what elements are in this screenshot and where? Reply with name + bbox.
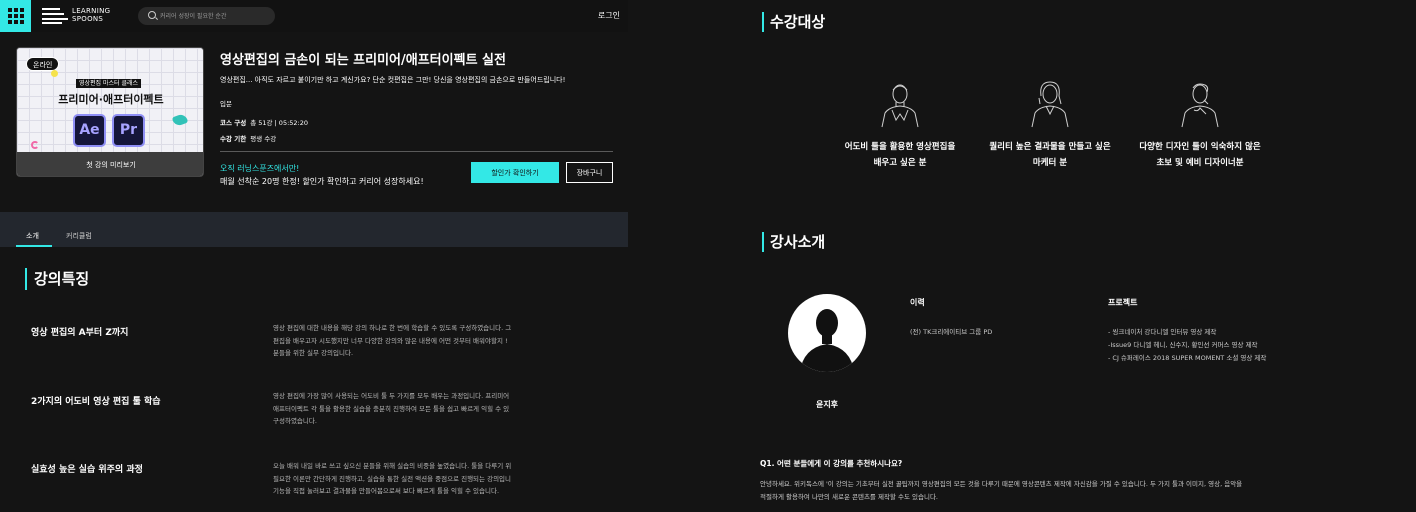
person-line-icon [1181, 83, 1219, 128]
divider [220, 151, 613, 152]
course-detail-panel: LEARNING SPOONS 로그인 온라인 영상편집 마스터 클래스 프리미… [0, 0, 628, 512]
feature-description: 오늘 배워 내일 바로 쓰고 싶으신 분들을 위해 실습의 비중을 높였습니다.… [273, 460, 549, 498]
person-line-icon [881, 84, 919, 128]
feature-description-line: 애프터이펙트 각 툴을 활용한 실습을 충분히 진행하여 모든 툴을 쉽고 빠르… [273, 404, 510, 413]
person-line-icon [1031, 81, 1069, 128]
adobe-aftereffects-icon: Ae [73, 114, 106, 147]
feature-description-line: 영상 편집에 가장 많이 사용되는 어도비 툴 두 가지를 모두 배우는 과정입… [273, 392, 510, 400]
promo-text: 매월 선착순 20명 한정! 할인가 확인하고 커리어 성장하세요! [220, 177, 424, 186]
active-tab-indicator [16, 245, 52, 247]
target-line2: 배우고 싶은 분 [873, 158, 927, 168]
career-item: (전) TK크리에이티브 그룹 PD [910, 328, 993, 336]
site-logo[interactable]: LEARNING SPOONS [42, 7, 118, 25]
features-heading: 강의특징 [25, 268, 89, 290]
search-icon [148, 11, 156, 19]
course-thumbnail[interactable]: 온라인 영상편집 마스터 클래스 프리미어·애프터이펙트 Ae Pr 첫 강의 … [16, 47, 204, 177]
feature-description-line: 필요한 이론만 간단하게 진행하고, 실습을 통한 실전 액션을 중점으로 진행… [273, 474, 512, 483]
period-value: 평생 수강 [250, 135, 277, 143]
course-description: 영상편집... 아직도 자르고 붙이기만 하고 계신가요? 단순 컷편집은 그만… [220, 76, 566, 84]
target-audience-item: 어도비 툴을 활용한 영상편집을 배우고 싶은 분 [825, 139, 975, 171]
feature-description: 영상 편집에 대한 내용을 해당 강의 하나로 한 번에 학습할 수 있도록 구… [273, 322, 549, 360]
online-badge: 온라인 [26, 57, 60, 71]
composition-value: 총 51강 | 05:52:20 [250, 119, 308, 127]
tab-curriculum[interactable]: 커리큘럼 [66, 231, 92, 241]
avatar [788, 294, 866, 372]
period-label: 수강 기한 [220, 135, 247, 143]
top-header: LEARNING SPOONS 로그인 [0, 0, 628, 32]
course-hero: 온라인 영상편집 마스터 클래스 프리미어·애프터이펙트 Ae Pr 첫 강의 … [0, 32, 628, 212]
decorative-dot-icon [51, 70, 58, 77]
thumbnail-subtitle: 영상편집 마스터 클래스 [76, 79, 142, 88]
project-item: -Issue9 다니엘 헤니, 신수지, 황인선 커머스 영상 제작 [1108, 341, 1258, 349]
feature-title: 실효성 높은 실습 위주의 과정 [31, 465, 143, 475]
adobe-premiere-icon: Pr [112, 114, 145, 147]
search-box[interactable] [138, 7, 275, 25]
feature-description-line: 오늘 배워 내일 바로 쓰고 싶으신 분들을 위해 실습의 비중을 높였습니다.… [273, 462, 512, 470]
logo-line1: LEARNING [72, 7, 111, 15]
faq-question: Q1. 어떤 분들에게 이 강의를 추천하시나요? [760, 459, 903, 468]
logo-spoon-icon [42, 8, 68, 24]
course-info-panel: 수강대상 어도비 툴을 활용한 영상편집을 배우고 싶은 분 퀄리티 높은 결과… [750, 0, 1416, 512]
preview-first-lesson-button[interactable]: 첫 강의 미리보기 [17, 152, 203, 176]
feature-description-line: 편집을 배우고자 시도했지만 너무 다양한 강의와 많은 내용에 어떤 것부터 … [273, 336, 508, 345]
login-link[interactable]: 로그인 [598, 10, 620, 21]
course-composition: 코스 구성 총 51강 | 05:52:20 [220, 117, 308, 127]
composition-label: 코스 구성 [220, 119, 247, 127]
faq-answer-line: 안녕하세요. 위키독스에 '이 강의는 기초부터 실전 꿀팁까지 영상편집의 모… [760, 480, 1243, 488]
target-line2: 초보 및 예비 디자이너분 [1156, 158, 1244, 168]
career-label: 이력 [910, 298, 925, 307]
project-label: 프로젝트 [1108, 298, 1138, 307]
project-item: - CJ 슈퍼레이스 2018 SUPER MOMENT 소셜 영상 제작 [1108, 354, 1267, 362]
feature-title: 영상 편집의 A부터 Z까지 [31, 328, 129, 338]
feature-description-line: 분들을 위한 실무 강의입니다. [273, 349, 354, 357]
search-input[interactable] [160, 10, 270, 22]
tab-intro[interactable]: 소개 [26, 231, 39, 241]
feature-description-line: 기능을 직접 눌러보고 결과물을 만들어봄으로써 보다 빠르게 툴을 익힐 수 … [273, 487, 500, 495]
feature-description: 영상 편집에 가장 많이 사용되는 어도비 툴 두 가지를 모두 배우는 과정입… [273, 390, 549, 428]
avatar-silhouette-icon [800, 309, 854, 372]
thumbnail-title: 프리미어·애프터이펙트 [58, 93, 164, 106]
menu-grid-icon[interactable] [0, 0, 31, 32]
feature-description-line: 영상 편집에 대한 내용을 해당 강의 하나로 한 번에 학습할 수 있도록 구… [273, 324, 512, 332]
target-line1: 어도비 툴을 활용한 영상편집을 [844, 142, 956, 152]
target-line1: 퀄리티 높은 결과물을 만들고 싶은 [989, 142, 1111, 152]
instructor-name: 윤지후 [815, 400, 839, 409]
project-item: - 씽크네이처 강다니엘 인터뷰 영상 제작 [1108, 328, 1217, 336]
cart-button[interactable]: 장바구니 [566, 162, 613, 183]
instructor-heading: 강사소개 [762, 232, 825, 252]
logo-text: LEARNING SPOONS [72, 7, 110, 23]
target-audience-item: 다양한 디자인 툴이 익숙하지 않은 초보 및 예비 디자이너분 [1125, 139, 1275, 171]
course-level: 입문 [220, 100, 232, 108]
target-line2: 마케터 분 [1032, 158, 1068, 168]
logo-line2: SPOONS [72, 15, 104, 23]
target-line1: 다양한 디자인 툴이 익숙하지 않은 [1139, 142, 1261, 152]
promo-highlight: 오직 러닝스푼즈에서만! [220, 164, 300, 173]
tab-bar: 소개 커리큘럼 [0, 212, 628, 247]
target-audience-heading: 수강대상 [762, 12, 825, 32]
faq-answer-line: 적절하게 활용하여 나만의 새로운 콘텐츠를 제작할 수도 있습니다. [760, 493, 938, 501]
target-audience-item: 퀄리티 높은 결과물을 만들고 싶은 마케터 분 [975, 139, 1125, 171]
course-title: 영상편집의 금손이 되는 프리미어/애프터이펙트 실전 [220, 53, 506, 68]
decorative-ring-icon [31, 141, 39, 149]
check-discount-button[interactable]: 할인가 확인하기 [471, 162, 559, 183]
feature-description-line: 구성하였습니다. [273, 417, 317, 425]
feature-title: 2가지의 어도비 영상 편집 툴 학습 [31, 397, 161, 407]
course-period: 수강 기한 평생 수강 [220, 133, 276, 143]
